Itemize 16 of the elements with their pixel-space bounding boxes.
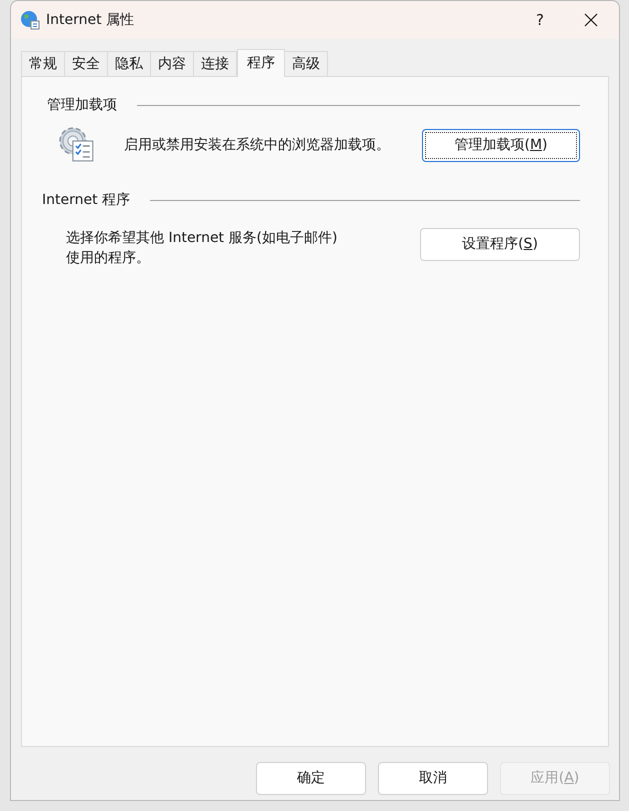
section-button[interactable]: 设置程序(S) xyxy=(420,228,580,261)
dialog-button[interactable]: 取消 xyxy=(378,762,488,795)
group-title: 管理加载项 xyxy=(47,96,117,115)
tab[interactable]: 常规 xyxy=(21,51,65,76)
group-title: Internet 程序 xyxy=(42,191,130,210)
dialog-button[interactable]: 确定 xyxy=(256,762,366,795)
description-text: 启用或禁用安装在系统中的浏览器加载项。 xyxy=(124,136,391,154)
tab[interactable]: 连接 xyxy=(193,51,237,76)
tab[interactable]: 程序 xyxy=(237,49,285,77)
globe-icon xyxy=(20,10,40,30)
window-title: Internet 属性 xyxy=(46,10,134,30)
help-button[interactable]: ? xyxy=(517,1,563,39)
close-icon xyxy=(584,13,598,27)
description-text: 选择你希望其他 Internet 服务(如电子邮件)使用的程序。 xyxy=(66,229,338,268)
tab[interactable]: 高级 xyxy=(284,51,328,76)
section-button[interactable]: 管理加载项(M) xyxy=(422,128,580,162)
